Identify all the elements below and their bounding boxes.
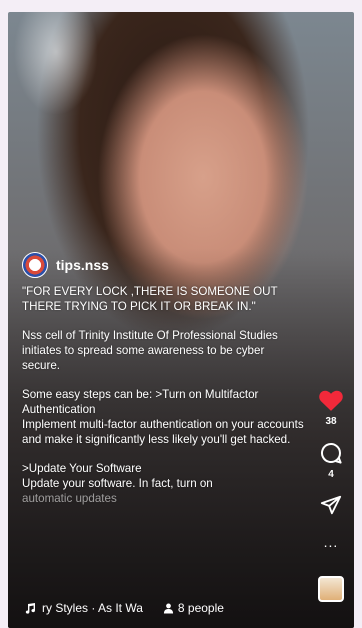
person-icon — [163, 603, 173, 614]
caption-step2-body: Update your software. In fact, turn on — [22, 477, 213, 490]
reel-video[interactable]: tips.nss "FOR EVERY LOCK ,THERE IS SOMEO… — [8, 12, 354, 628]
comment-count[interactable]: 4 — [328, 469, 334, 480]
send-icon — [320, 495, 342, 515]
author-avatar[interactable] — [22, 252, 48, 278]
caption-quote: "FOR EVERY LOCK ,THERE IS SOMEONE OUT TH… — [22, 285, 278, 313]
audio-bar[interactable]: ry Styles · As It Wa 8 people — [24, 601, 224, 615]
caption-step2-title: >Update Your Software — [22, 462, 142, 475]
caption-intro: Nss cell of Trinity Institute Of Profess… — [22, 329, 278, 372]
people-tag[interactable]: 8 people — [163, 601, 224, 615]
more-options-button[interactable]: ... — [324, 530, 339, 550]
author-handle[interactable]: tips.nss — [56, 257, 109, 273]
comment-icon — [321, 443, 342, 464]
audio-label[interactable]: ry Styles · As It Wa — [42, 601, 143, 615]
action-bar: 38 4 ... — [314, 388, 348, 602]
heart-icon — [319, 390, 343, 411]
reel-overlay: tips.nss "FOR EVERY LOCK ,THERE IS SOMEO… — [8, 12, 354, 628]
audio-thumbnail[interactable] — [318, 576, 344, 602]
caption-step1: Implement multi-factor authentication on… — [22, 418, 304, 446]
comment-button[interactable]: 4 — [319, 441, 343, 480]
post-caption[interactable]: "FOR EVERY LOCK ,THERE IS SOMEONE OUT TH… — [22, 284, 304, 506]
like-button[interactable]: 38 — [318, 388, 344, 427]
author-row[interactable]: tips.nss — [22, 252, 109, 278]
caption-steps-header: Some easy steps can be: >Turn on Multifa… — [22, 388, 259, 416]
like-count[interactable]: 38 — [325, 416, 336, 427]
caption-step2-fade: automatic updates — [22, 492, 117, 505]
people-count: 8 people — [177, 601, 224, 615]
music-note-icon — [25, 603, 36, 614]
share-button[interactable] — [320, 494, 342, 516]
more-icon: ... — [323, 534, 339, 550]
